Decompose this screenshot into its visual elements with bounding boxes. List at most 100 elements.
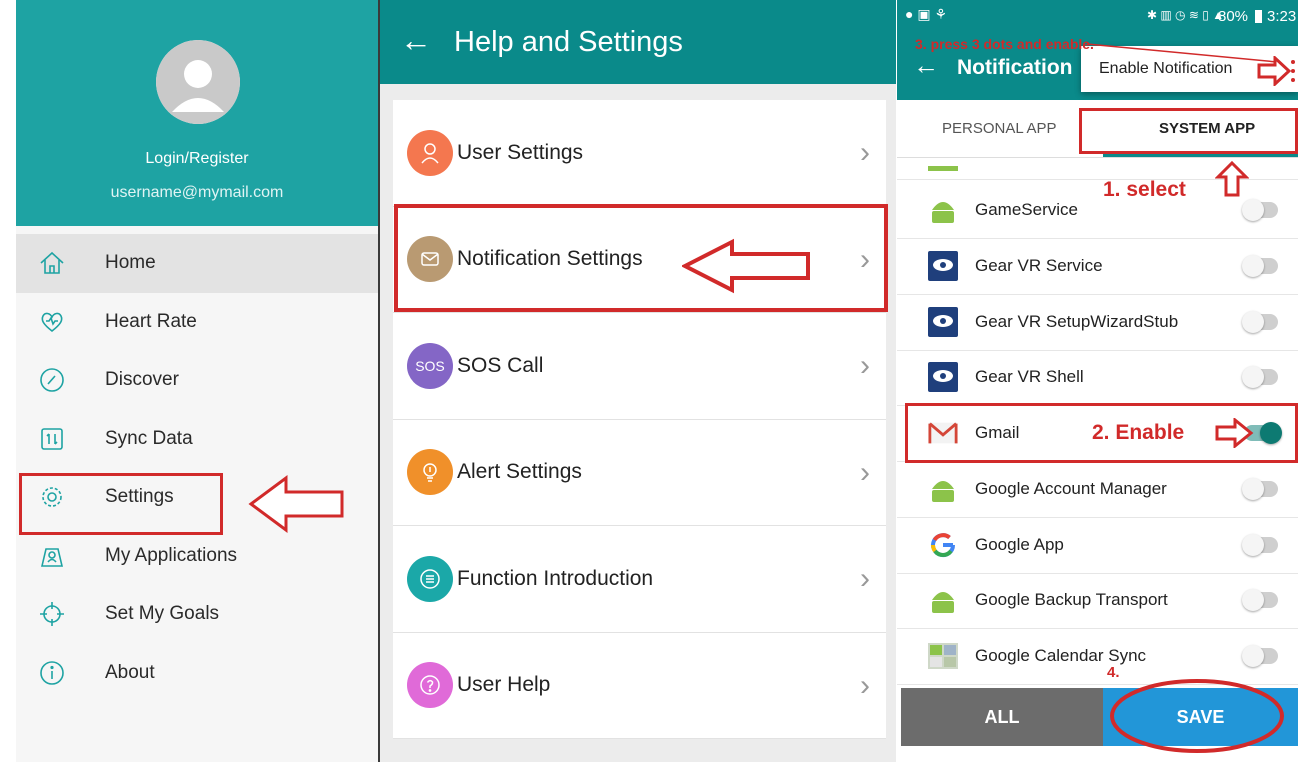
toggle-switch[interactable] [1242, 255, 1278, 277]
chevron-right-icon: › [860, 455, 870, 489]
list-item-function-introduction[interactable]: Function Introduction › [393, 526, 886, 633]
avatar-placeholder-icon [156, 40, 240, 124]
list-item-label: User Help [457, 673, 551, 697]
toggle-switch[interactable] [1242, 534, 1278, 556]
android-icon [928, 195, 958, 225]
toggle-switch[interactable] [1242, 589, 1278, 611]
sidebar-item-home[interactable]: Home [16, 234, 378, 293]
step3-pointer-line [1086, 43, 1278, 63]
sync-icon [38, 425, 66, 453]
bulb-icon [407, 449, 453, 496]
list-icon [407, 555, 453, 602]
list-item-user-help[interactable]: User Help › [393, 632, 886, 739]
app-name: GameService [975, 200, 1078, 220]
sidebar-item-label: Heart Rate [105, 310, 197, 332]
tab-personal-app[interactable]: PERSONAL APP [942, 120, 1057, 137]
calendar-sync-icon [928, 641, 958, 671]
all-button-label: ALL [984, 706, 1020, 727]
target-icon [38, 600, 66, 628]
sidebar-item-label: Home [105, 252, 156, 274]
app-name: Gear VR Shell [975, 367, 1084, 387]
profile-header: Login/Register username@mymail.com [16, 0, 378, 226]
gear-vr-icon [928, 307, 958, 338]
toggle-switch[interactable] [1242, 199, 1278, 221]
list-item-label: Alert Settings [457, 460, 582, 484]
settings-highlight-box [19, 473, 223, 535]
back-arrow-icon[interactable]: ← [913, 50, 939, 81]
avatar[interactable] [156, 40, 240, 124]
sidebar-item-label: My Applications [105, 544, 238, 566]
google-icon [928, 530, 958, 560]
toggle-switch[interactable] [1242, 645, 1278, 667]
sidebar-item-sync-data[interactable]: Sync Data [16, 410, 378, 469]
sidebar-item-about[interactable]: About [16, 644, 378, 703]
user-icon [407, 129, 453, 176]
sidebar-item-discover[interactable]: Discover [16, 351, 378, 410]
app-name: Google Calendar Sync [975, 646, 1147, 666]
toggle-switch[interactable] [1242, 478, 1278, 500]
save-highlight-ellipse [1110, 679, 1284, 753]
login-register-link[interactable]: Login/Register [16, 150, 378, 168]
all-button[interactable]: ALL [901, 688, 1103, 746]
status-system-icons: ✱ ▥ ◷ ≋ ▯ ▲ [1147, 8, 1225, 22]
sidebar-item-label: About [105, 661, 155, 683]
tab-indicator [1103, 154, 1298, 157]
list-item-gear-vr-service[interactable]: Gear VR Service [897, 239, 1298, 295]
list-item-label: User Settings [457, 140, 584, 164]
sidebar-item-label: Discover [105, 369, 179, 391]
partial-app-icon [928, 166, 958, 171]
battery-level: 80% [1218, 8, 1249, 25]
list-item-alert-settings[interactable]: Alert Settings › [393, 419, 886, 526]
heart-rate-icon [38, 308, 66, 336]
home-icon [38, 249, 66, 277]
sidebar-menu: Home Heart Rate Discover Sync Data Setti… [16, 234, 378, 702]
sidebar-item-label: Set My Goals [105, 603, 220, 625]
sidebar-item-set-my-goals[interactable]: Set My Goals [16, 585, 378, 644]
step1-annotation: 1. select [1103, 178, 1186, 201]
applications-icon [38, 542, 66, 570]
toggle-switch[interactable] [1242, 311, 1278, 333]
list-item-gear-vr-setupwizardstub[interactable]: Gear VR SetupWizardStub [897, 295, 1298, 351]
page-title: Notification [957, 56, 1073, 79]
gear-vr-icon [928, 251, 958, 282]
app-name: Gear VR Service [975, 256, 1103, 276]
right-arrow-annotation-icon [1257, 56, 1295, 86]
list-item-label: Function Introduction [457, 566, 654, 590]
sos-icon: SOS [407, 342, 453, 389]
chevron-right-icon: › [860, 668, 870, 702]
back-arrow-icon[interactable]: ← [400, 22, 432, 59]
step3-annotation: 3. press 3 dots and enable. [915, 36, 1094, 52]
android-icon [928, 585, 958, 615]
user-email: username@mymail.com [110, 184, 284, 201]
chevron-right-icon: › [860, 562, 870, 595]
page-title: Help and Settings [454, 26, 683, 58]
app-bar: ← Help and Settings [380, 0, 896, 84]
list-item-google-account-manager[interactable]: Google Account Manager [897, 462, 1298, 518]
left-arrow-annotation-icon [248, 475, 344, 533]
gear-vr-icon [928, 362, 958, 393]
list-item-user-settings[interactable]: User Settings › [393, 100, 886, 207]
chevron-right-icon: › [860, 136, 870, 169]
list-item-sos-call[interactable]: SOS SOS Call › [393, 313, 886, 420]
sidebar-item-my-applications[interactable]: My Applications [16, 527, 378, 586]
sidebar-item-heart-rate[interactable]: Heart Rate [16, 293, 378, 352]
compass-icon [38, 366, 66, 394]
help-settings-panel: ← Help and Settings User Settings › Noti… [380, 0, 896, 762]
app-name: Google Account Manager [975, 479, 1167, 499]
tutorial-screenshot: Login/Register username@mymail.com Home … [0, 0, 1298, 762]
app-name: Google Backup Transport [975, 590, 1168, 610]
sidebar-panel: Login/Register username@mymail.com Home … [16, 0, 381, 762]
list-item-google-app[interactable]: Google App [897, 518, 1298, 574]
toggle-switch[interactable] [1242, 366, 1278, 388]
status-bar: ● ▣ ⚘ ✱ ▥ ◷ ≋ ▯ ▲ 80% 3:23 PM [897, 0, 1298, 34]
app-name: Google App [975, 535, 1064, 555]
help-icon [407, 662, 453, 709]
status-time: 3:23 PM [1267, 8, 1298, 25]
status-notification-icons: ● ▣ ⚘ [905, 6, 948, 22]
system-app-tab-highlight-box [1079, 108, 1298, 154]
notification-settings-highlight-box [394, 204, 888, 312]
app-name: Gear VR SetupWizardStub [975, 312, 1179, 332]
list-item-gear-vr-shell[interactable]: Gear VR Shell [897, 350, 1298, 406]
list-item-google-backup-transport[interactable]: Google Backup Transport [897, 573, 1298, 629]
step2-annotation: 2. Enable [1092, 421, 1185, 444]
